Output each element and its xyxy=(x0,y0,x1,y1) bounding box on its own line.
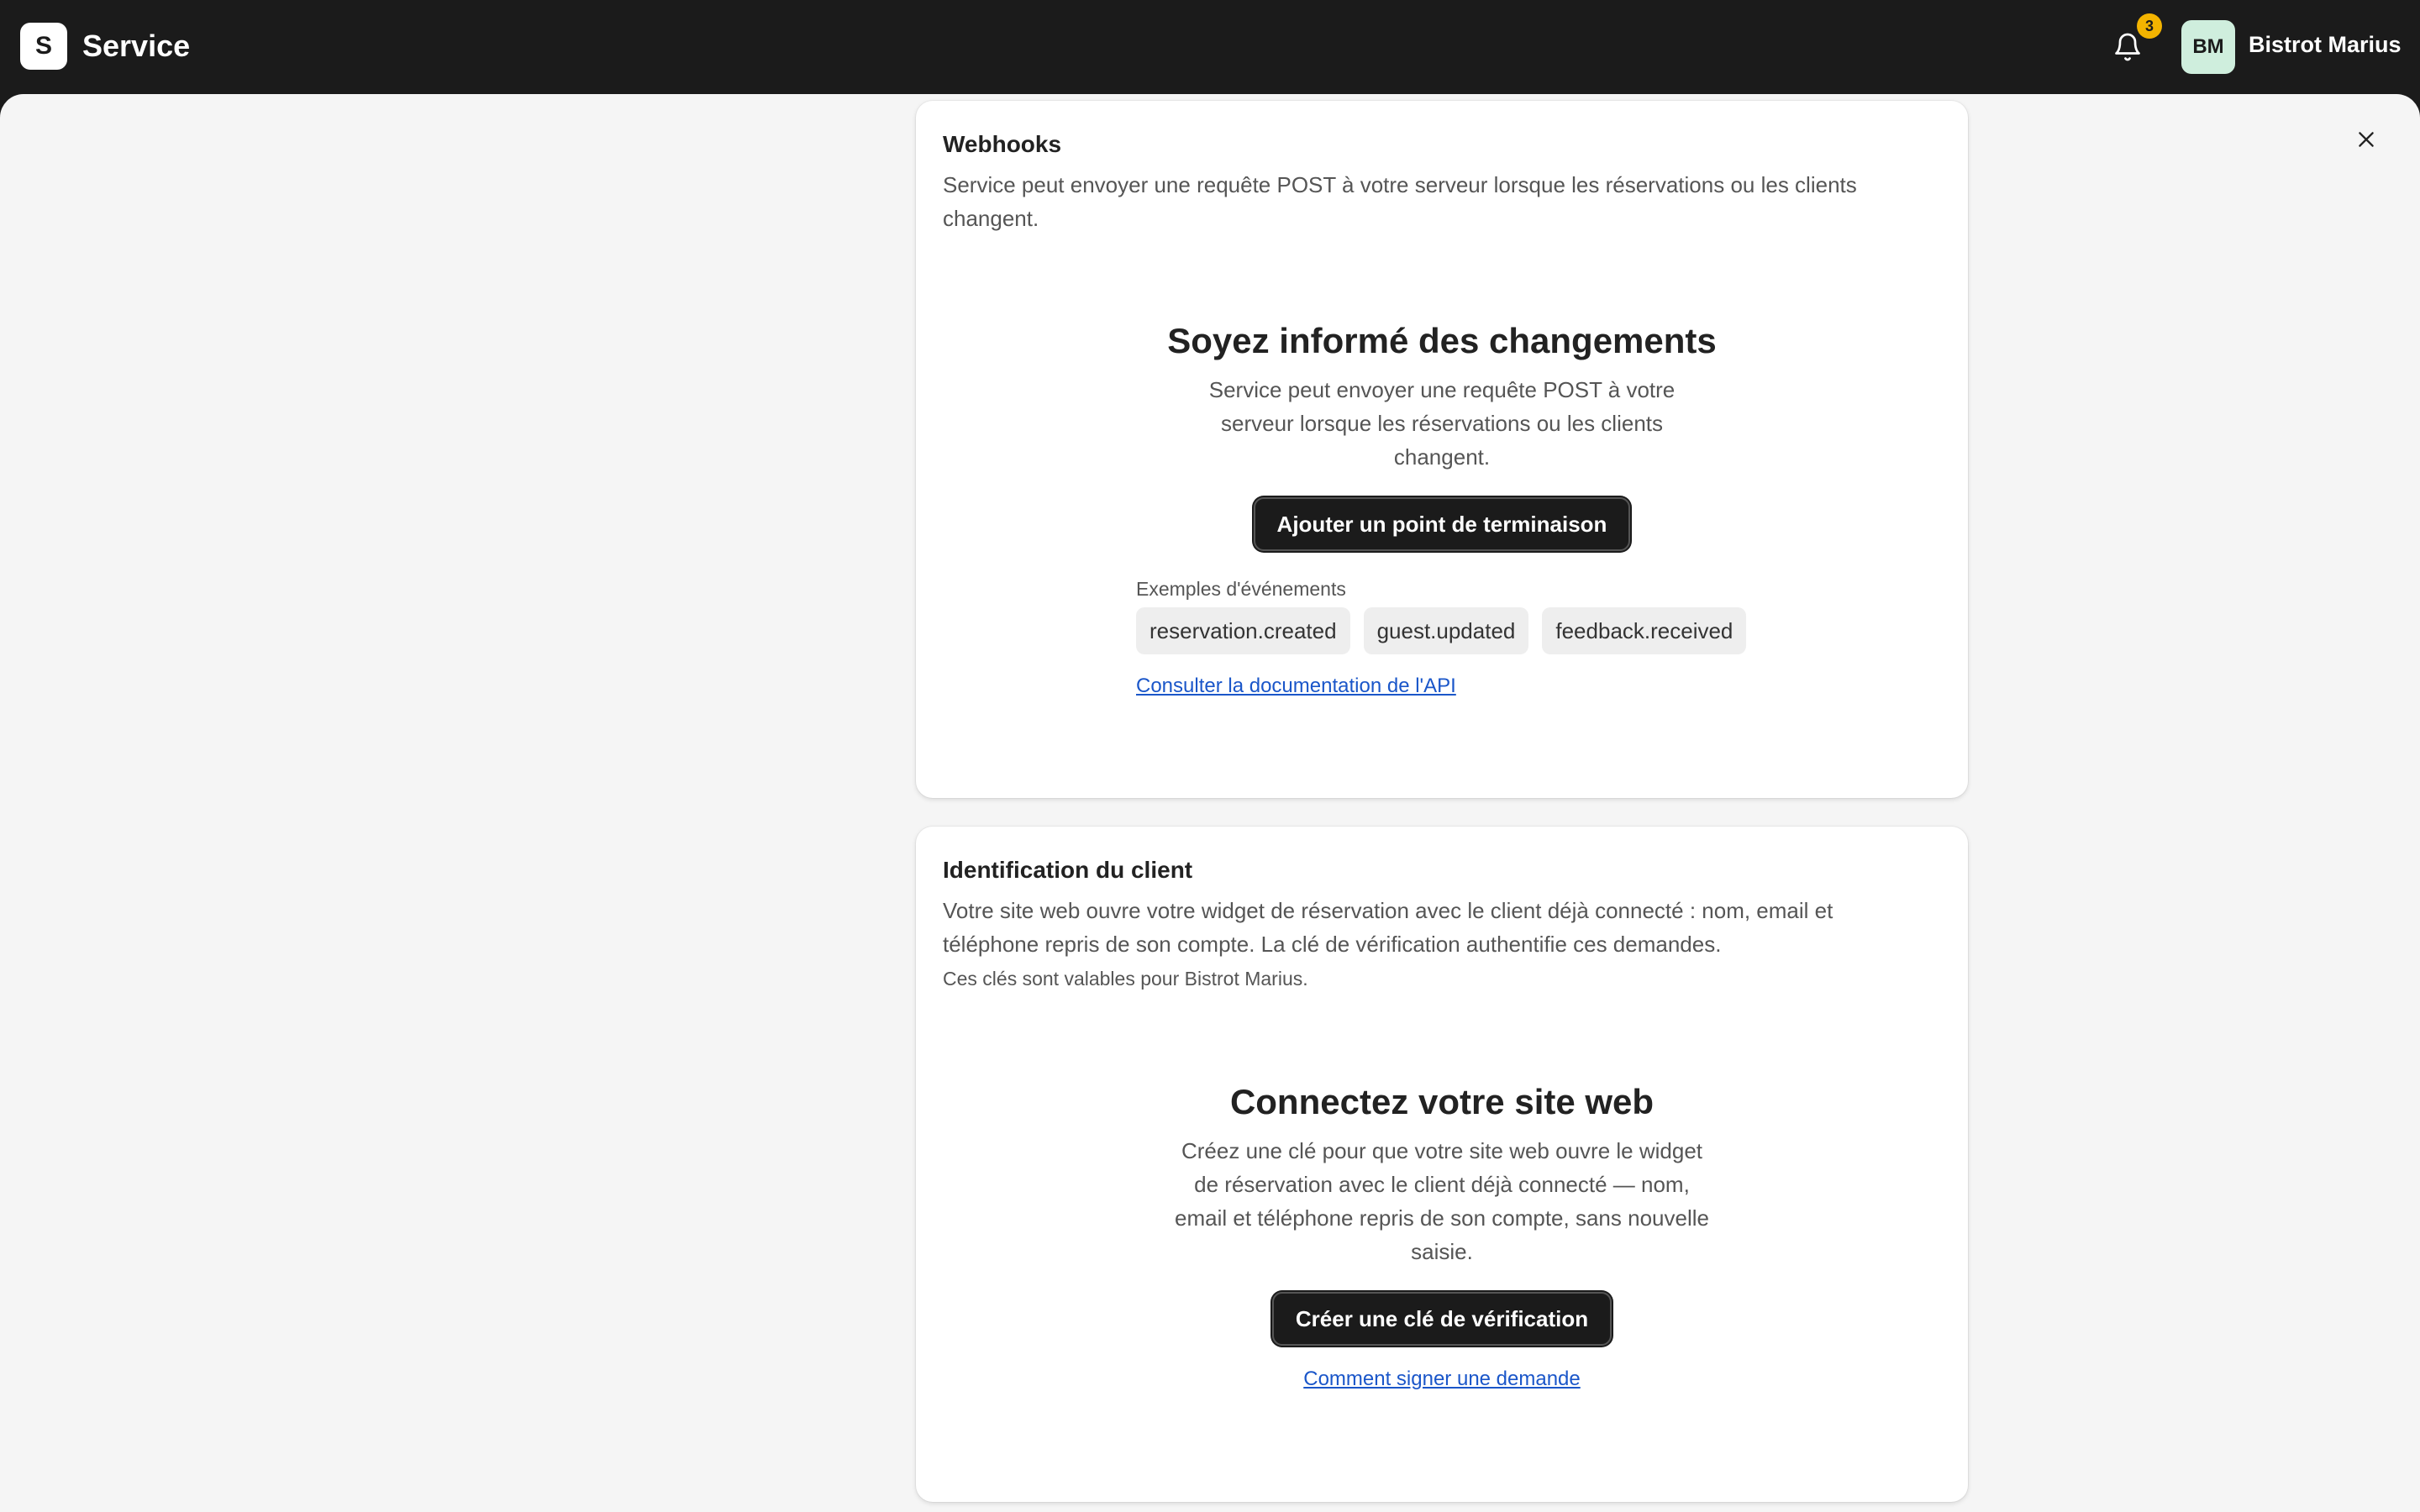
brand[interactable]: S Service xyxy=(20,23,190,70)
webhooks-empty-state: Soyez informé des changements Service pe… xyxy=(916,321,1968,551)
event-examples: Exemples d'événements reservation.create… xyxy=(1136,578,1747,698)
identification-card: Identification du client Votre site web … xyxy=(916,827,1968,1502)
add-endpoint-button[interactable]: Ajouter un point de terminaison xyxy=(1253,497,1631,551)
event-chip: guest.updated xyxy=(1363,607,1529,654)
webhooks-card: Webhooks Service peut envoyer une requêt… xyxy=(916,101,1968,798)
api-docs-link[interactable]: Consulter la documentation de l'API xyxy=(1136,675,1456,698)
bell-icon[interactable] xyxy=(2112,32,2143,62)
notification-badge: 3 xyxy=(2137,13,2162,39)
identification-empty-text: Créez une clé pour que votre site web ou… xyxy=(1175,1138,1709,1264)
identification-description: Votre site web ouvre votre widget de rés… xyxy=(943,898,1833,957)
create-key-button[interactable]: Créer une clé de vérification xyxy=(1271,1292,1612,1346)
event-chip: reservation.created xyxy=(1136,607,1350,654)
app-logo: S xyxy=(20,23,67,70)
webhooks-empty-text: Service peut envoyer une requête POST à … xyxy=(1208,377,1676,470)
account-name[interactable]: Bistrot Marius xyxy=(2249,32,2402,58)
app-name: Service xyxy=(82,29,191,63)
sign-request-link[interactable]: Comment signer une demande xyxy=(1303,1368,1581,1391)
identification-empty-title: Connectez votre site web xyxy=(1229,1082,1655,1121)
events-label: Exemples d'événements xyxy=(1136,578,1346,600)
identification-empty-state: Connectez votre site web Créez une clé p… xyxy=(916,1082,1968,1391)
identification-note: Ces clés sont valables pour Bistrot Mari… xyxy=(943,968,1308,990)
identification-title: Identification du client xyxy=(943,857,1193,883)
event-chip: feedback.received xyxy=(1542,607,1747,654)
top-bar: S Service 3 BM Bistrot Marius xyxy=(0,0,2420,94)
avatar[interactable]: BM xyxy=(2181,20,2235,74)
webhooks-title: Webhooks xyxy=(943,131,1062,157)
webhooks-description: Service peut envoyer une requête POST à … xyxy=(943,172,1857,231)
webhooks-empty-title: Soyez informé des changements xyxy=(1167,321,1717,360)
close-icon[interactable] xyxy=(2353,126,2380,153)
